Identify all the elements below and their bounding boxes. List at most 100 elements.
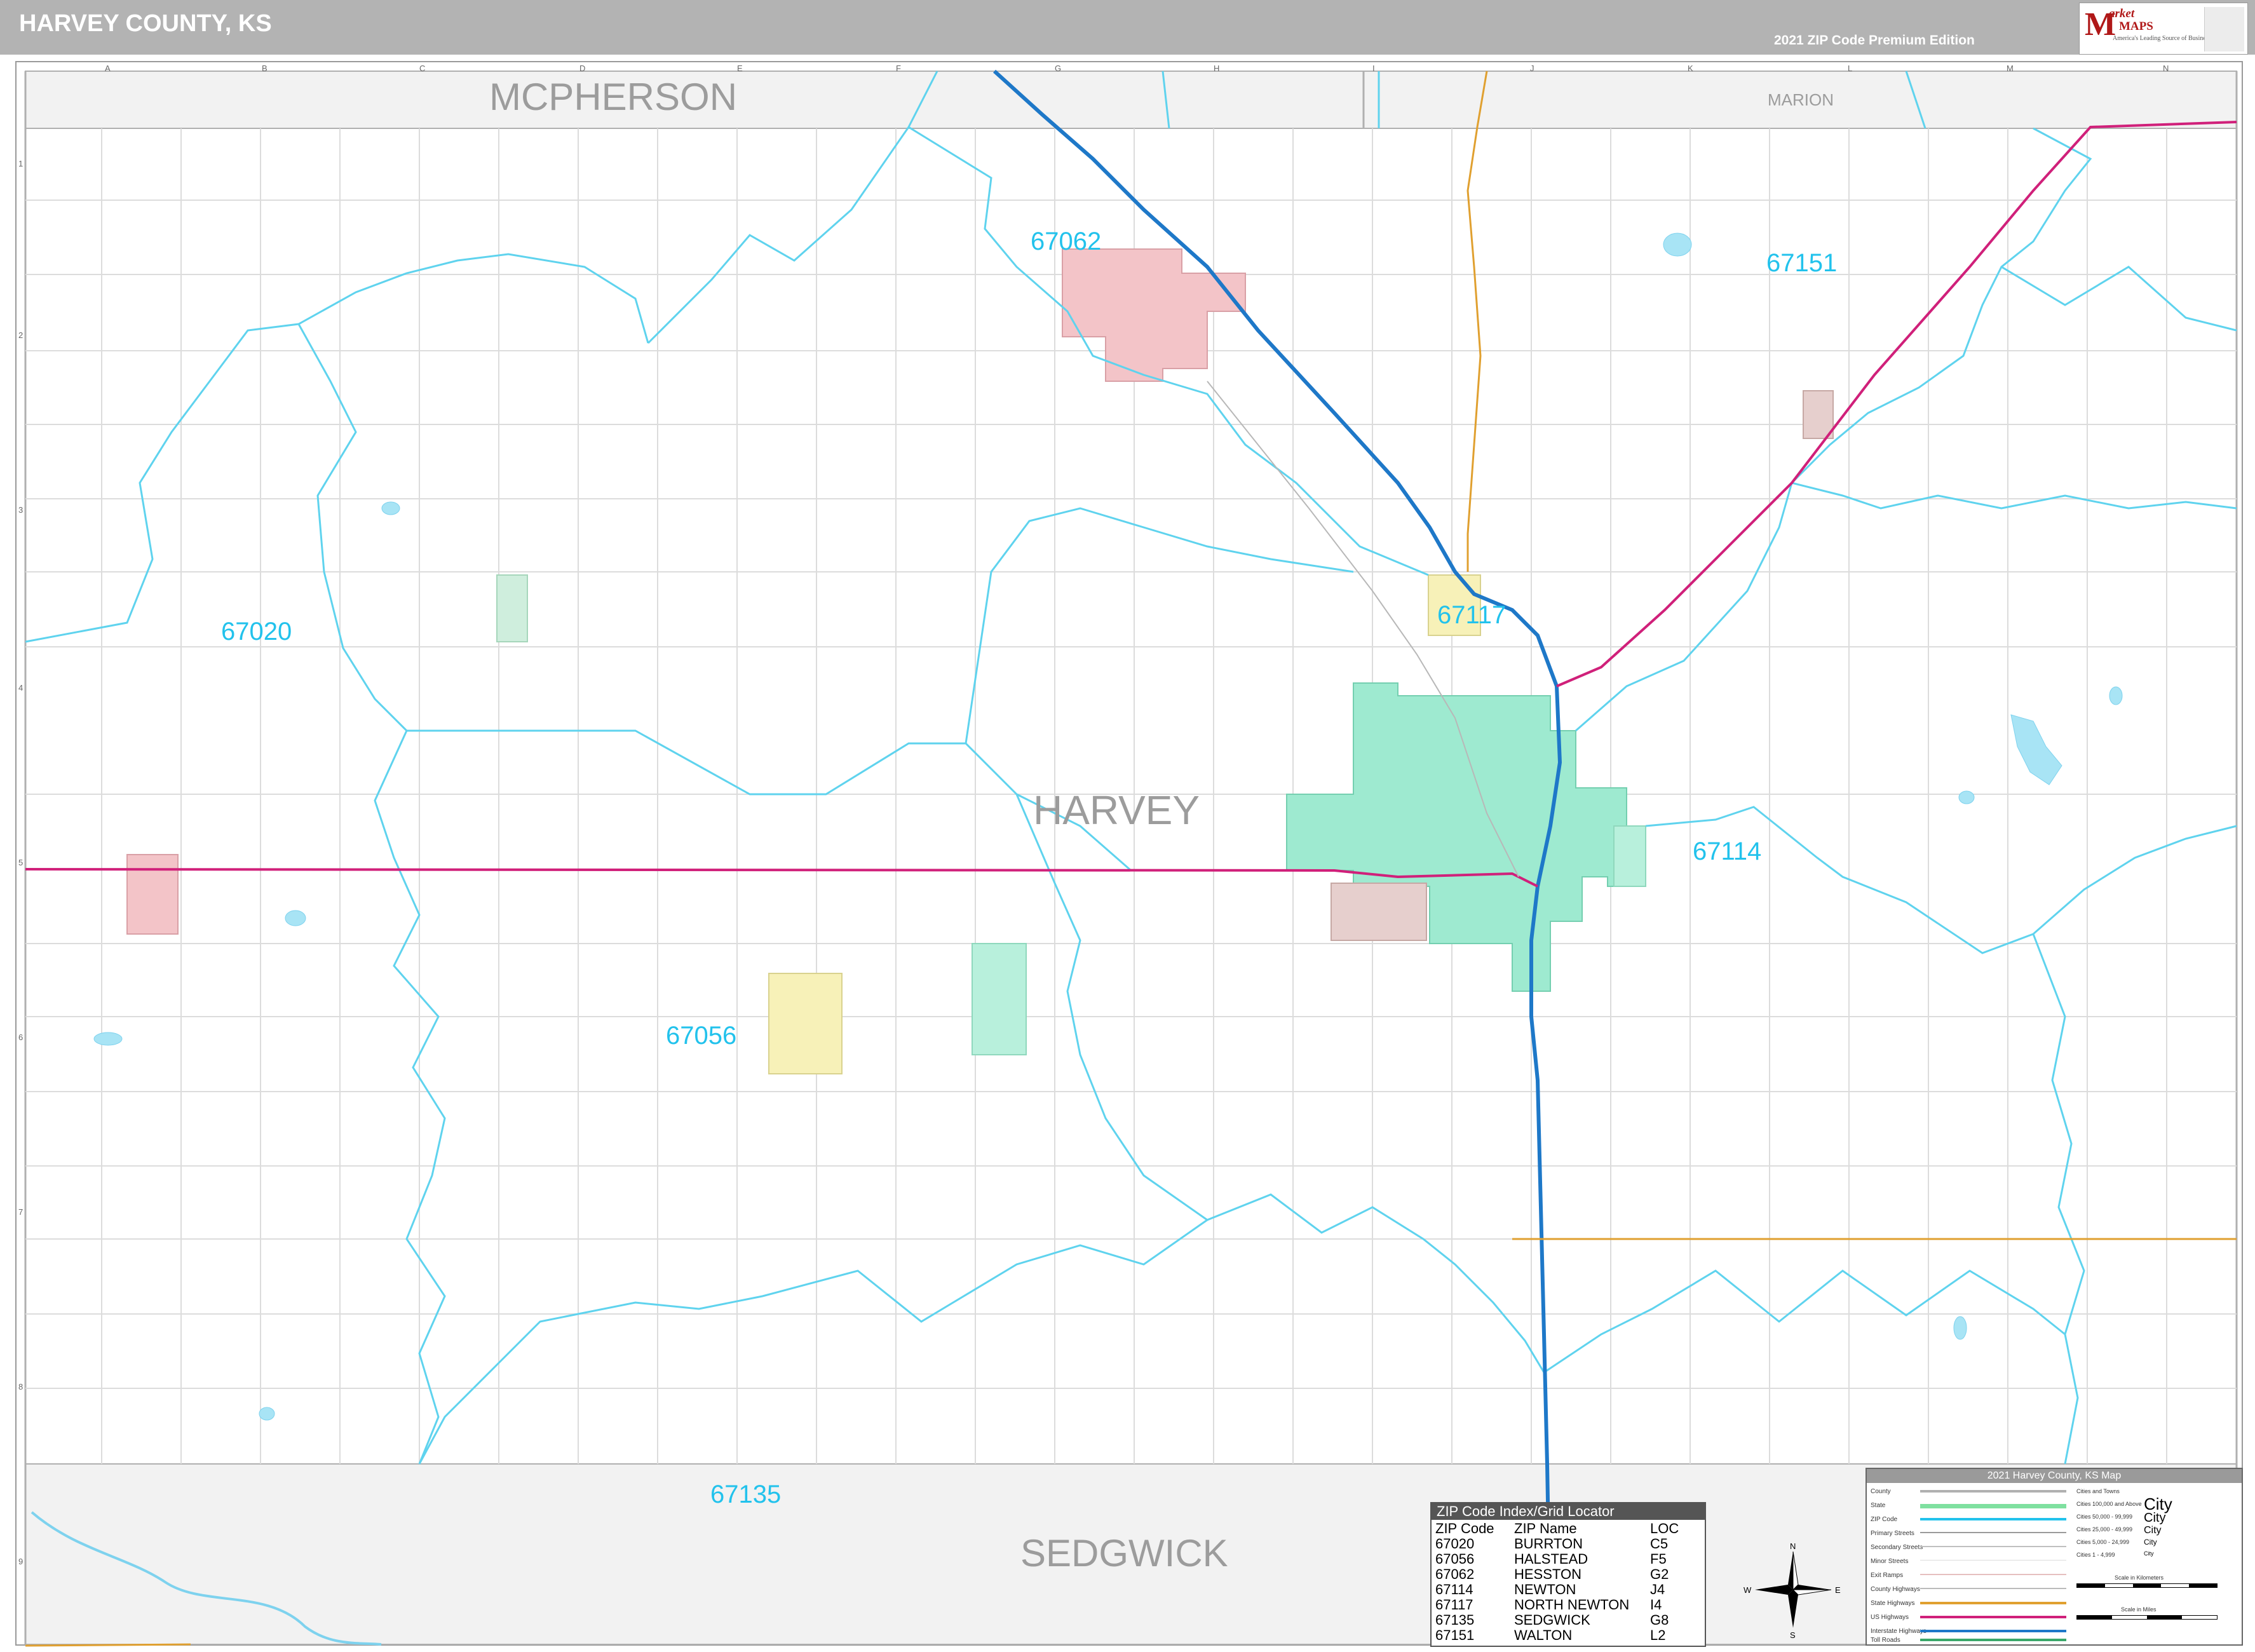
- legend-swatch-ramps: [1920, 1574, 2066, 1575]
- zip-index-header-row: ZIP Code ZIP Name LOC: [1435, 1521, 1683, 1536]
- legend-swatch-zip: [1920, 1518, 2066, 1520]
- legend-city-size: Cities 25,000 - 49,999: [2076, 1526, 2133, 1533]
- compass-rose-icon: N S W E: [1744, 1541, 1841, 1640]
- grid-row-label: 4: [18, 683, 24, 693]
- zip-code-cell: 67135: [1435, 1612, 1475, 1628]
- legend-city-size: Cities 5,000 - 24,999: [2076, 1539, 2130, 1545]
- zip-label: 67114: [1693, 837, 1762, 865]
- table-row: 67135 SEDGWICK G8: [1435, 1613, 1683, 1628]
- legend-city-size: Cities 100,000 and Above: [2076, 1501, 2142, 1507]
- burrton-urban-area: [126, 854, 179, 935]
- legend-swatch-state-hwy: [1920, 1602, 2066, 1604]
- state-highway-north: [1466, 71, 1488, 572]
- grid-row-label: 8: [18, 1382, 24, 1391]
- legend-item-label: Primary Streets: [1871, 1530, 1914, 1537]
- compass-w: W: [1744, 1585, 1752, 1595]
- grid-col-label: C: [419, 64, 426, 73]
- zip-index-header: LOC: [1650, 1520, 1679, 1536]
- zip-code-cell: 67117: [1435, 1597, 1473, 1613]
- legend-city-sample: City: [2144, 1538, 2157, 1547]
- zip-index-table: ZIP Code ZIP Name LOC 67020 BURRTON C5 670…: [1435, 1521, 1683, 1643]
- zip-code-cell: 67062: [1435, 1566, 1475, 1582]
- compass-e: E: [1835, 1585, 1841, 1595]
- grid-row-label: 9: [18, 1557, 24, 1566]
- compass-s: S: [1790, 1630, 1796, 1640]
- grid-col-label: D: [579, 64, 586, 73]
- zip-code-cell: 67114: [1435, 1581, 1473, 1597]
- legend-swatch-secondary: [1920, 1546, 2066, 1547]
- legend-item-label: State Highways: [1871, 1600, 1915, 1607]
- legend-scale-km: Scale in Kilometers: [2115, 1574, 2164, 1581]
- compass-n: N: [1790, 1541, 1796, 1551]
- county-label-sedgwick: SEDGWICK: [1020, 1532, 1228, 1574]
- zip-loc-cell: F5: [1650, 1551, 1667, 1567]
- zip-index-header: ZIP Code: [1435, 1520, 1494, 1536]
- legend-title: 2021 Harvey County, KS Map: [1867, 1469, 2242, 1483]
- legend-city-size: Cities 50,000 - 99,999: [2076, 1513, 2133, 1520]
- grid-col-label: K: [1688, 64, 1693, 73]
- grid-col-label: M: [2007, 64, 2014, 73]
- table-row: 67062 HESSTON G2: [1435, 1567, 1683, 1582]
- table-row: 67151 WALTON L2: [1435, 1628, 1683, 1643]
- hesston-urban-area: [1062, 248, 1246, 382]
- legend-item-label: Toll Roads: [1871, 1637, 1900, 1644]
- legend-swatch-county-hwy: [1920, 1588, 2066, 1589]
- green-area-east: [1613, 825, 1646, 887]
- table-row: 67020 BURRTON C5: [1435, 1536, 1683, 1552]
- zip-name-cell: WALTON: [1514, 1627, 1573, 1643]
- grid-col-label: J: [1530, 64, 1534, 73]
- grid-col-label: G: [1055, 64, 1062, 73]
- grid-row-label: 2: [18, 330, 24, 340]
- legend-swatch-primary: [1920, 1532, 2066, 1533]
- grid-row-label: 3: [18, 505, 24, 515]
- table-row: 67117 NORTH NEWTON I4: [1435, 1597, 1683, 1613]
- us-highway-northeast: [1556, 121, 2237, 687]
- grid-col-label: F: [896, 64, 901, 73]
- zip-name-cell: HESSTON: [1514, 1566, 1581, 1582]
- legend-item-label: County Highways: [1871, 1586, 1920, 1593]
- zip-loc-cell: C5: [1650, 1536, 1669, 1552]
- zip-code-cell: 67020: [1435, 1536, 1475, 1552]
- legend-swatch-us-hwy: [1920, 1616, 2066, 1618]
- legend-swatch-county: [1920, 1490, 2066, 1493]
- zip-label: 67062: [1031, 227, 1102, 255]
- zip-name-cell: SEDGWICK: [1514, 1612, 1590, 1628]
- legend-city-sample: City: [2144, 1511, 2166, 1525]
- county-label-mcpherson: MCPHERSON: [489, 76, 738, 118]
- legend-swatch-toll: [1920, 1639, 2066, 1641]
- zip-label: 67020: [221, 618, 292, 646]
- mcpherson-band: [25, 71, 2237, 129]
- legend-scale-mi: Scale in Miles: [2121, 1606, 2157, 1613]
- legend-scale-bar-km: [2076, 1583, 2218, 1588]
- grid-col-label: H: [1214, 64, 1220, 73]
- grid-row-label: 7: [18, 1207, 24, 1217]
- legend-item-label: Minor Streets: [1871, 1558, 1909, 1565]
- zip-loc-cell: L2: [1650, 1627, 1666, 1643]
- legend-item-label: County: [1871, 1488, 1891, 1495]
- zip-label: 67135: [710, 1480, 782, 1508]
- legend-cities-title: Cities and Towns: [2076, 1488, 2120, 1494]
- table-row: 67056 HALSTEAD F5: [1435, 1552, 1683, 1567]
- zip-name-cell: BURRTON: [1514, 1536, 1583, 1552]
- zip-name-cell: HALSTEAD: [1514, 1551, 1588, 1567]
- zip-loc-cell: J4: [1650, 1581, 1665, 1597]
- legend-item-label: Exit Ramps: [1871, 1572, 1904, 1579]
- legend-swatch-minor: [1920, 1560, 2066, 1561]
- us-highway-east-west: [25, 868, 1538, 888]
- legend-city-sample: City: [2144, 1525, 2162, 1536]
- walton-urban-area: [1803, 390, 1834, 439]
- zip-label: 67056: [666, 1022, 737, 1050]
- grid-col-label: B: [262, 64, 267, 73]
- grid-row-label: 6: [18, 1032, 24, 1042]
- legend-swatch-interstate: [1920, 1630, 2066, 1632]
- state-highway-sw: [25, 1643, 191, 1647]
- zip-index-panel: ZIP Code Index/Grid Locator ZIP Code ZIP…: [1430, 1502, 1706, 1647]
- grid-col-label: N: [2163, 64, 2169, 73]
- zip-index-title: ZIP Code Index/Grid Locator: [1432, 1503, 1705, 1520]
- grid-row-label: 1: [18, 159, 24, 168]
- zip-code-cell: 67151: [1435, 1627, 1475, 1643]
- legend-item-label: Secondary Streets: [1871, 1544, 1923, 1551]
- zip-name-cell: NEWTON: [1514, 1581, 1576, 1597]
- legend-scale-bar-mi: [2076, 1615, 2218, 1620]
- grid-col-label: I: [1372, 64, 1375, 73]
